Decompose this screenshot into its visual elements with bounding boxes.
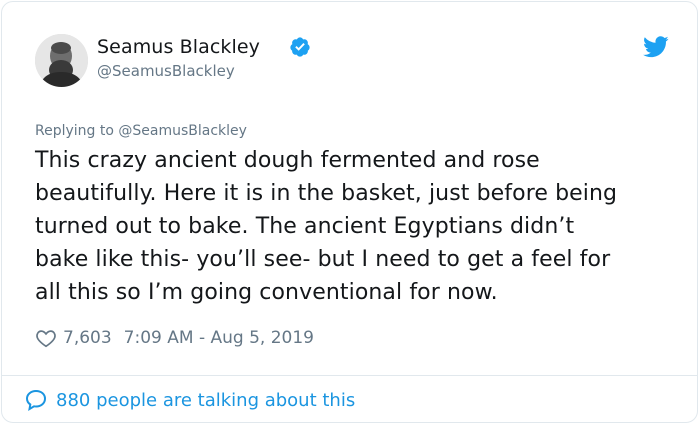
like-count[interactable]: 7,603 [63, 328, 112, 348]
tweet-card: Seamus Blackley @SeamusBlackley Replying… [1, 1, 698, 423]
heart-outline-icon[interactable] [35, 327, 57, 349]
display-name[interactable]: Seamus Blackley [97, 36, 260, 58]
tweet-text-line: turned out to bake. The ancient Egyptian… [35, 214, 575, 239]
twitter-bird-icon[interactable] [643, 36, 669, 58]
divider [1, 375, 698, 376]
avatar[interactable] [35, 34, 88, 87]
talking-count[interactable]: 880 people are talking about this [56, 390, 355, 411]
tweet-text: This crazy ancient dough fermented and r… [35, 144, 685, 309]
speech-bubble-icon [25, 389, 47, 411]
user-handle[interactable]: @SeamusBlackley [97, 62, 235, 80]
verified-badge-icon [290, 37, 310, 57]
tweet-text-line: bake like this- you’ll see- but I need t… [35, 247, 611, 272]
timestamp[interactable]: 7:09 AM - Aug 5, 2019 [124, 328, 314, 348]
tweet-text-line: beautifully. Here it is in the basket, j… [35, 181, 618, 206]
replying-to-label: Replying to [35, 123, 114, 139]
tweet-text-line: all this so I’m going conventional for n… [35, 280, 498, 305]
tweet-meta: 7,603 7:09 AM - Aug 5, 2019 [35, 325, 314, 351]
tweet-text-line: This crazy ancient dough fermented and r… [35, 148, 540, 173]
replying-to-handle[interactable]: @SeamusBlackley [118, 123, 247, 139]
replying-to: Replying to @SeamusBlackley [35, 123, 247, 139]
conversation-link[interactable]: 880 people are talking about this [24, 385, 355, 415]
